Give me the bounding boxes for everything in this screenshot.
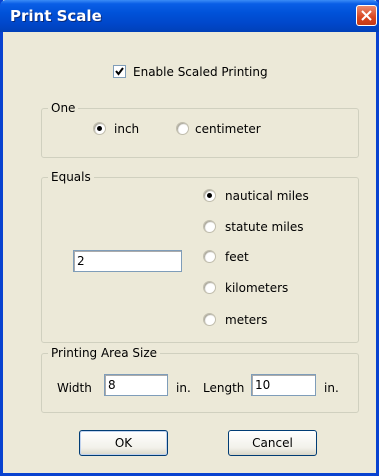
radio-feet[interactable] [203,250,216,263]
window-title: Print Scale [10,7,102,25]
length-unit-label: in. [324,381,339,395]
radio-statute-miles[interactable] [203,220,216,233]
radio-centimeter-label[interactable]: centimeter [195,122,261,136]
radio-feet-label[interactable]: feet [225,250,249,264]
length-input[interactable]: 10 [251,374,316,396]
one-legend: One [48,101,79,115]
printing-area-legend: Printing Area Size [48,346,161,360]
radio-centimeter[interactable] [176,122,189,135]
enable-scaled-printing-checkbox[interactable] [113,65,126,78]
checkmark-icon [115,67,124,76]
print-scale-dialog: Print Scale Enable Scaled Printing One i… [0,0,379,476]
width-unit-label: in. [176,381,191,395]
radio-meters-label[interactable]: meters [225,313,267,327]
radio-nautical-miles[interactable] [203,189,216,202]
width-input[interactable]: 8 [104,374,168,396]
cancel-button[interactable]: Cancel [228,430,317,456]
radio-meters[interactable] [203,313,216,326]
radio-kilometers-label[interactable]: kilometers [225,281,288,295]
ok-button[interactable]: OK [79,430,168,456]
radio-inch[interactable] [93,122,106,135]
title-bar[interactable]: Print Scale [0,0,379,32]
length-label: Length [203,381,245,395]
radio-inch-label[interactable]: inch [114,122,139,136]
equals-value-input[interactable]: 2 [73,250,182,272]
radio-nautical-miles-label[interactable]: nautical miles [225,189,309,203]
close-button[interactable] [356,5,377,26]
enable-scaled-printing-label[interactable]: Enable Scaled Printing [133,65,268,79]
equals-legend: Equals [48,170,94,184]
radio-statute-miles-label[interactable]: statute miles [225,220,304,234]
width-label: Width [57,381,92,395]
radio-kilometers[interactable] [203,281,216,294]
close-icon [361,10,372,21]
